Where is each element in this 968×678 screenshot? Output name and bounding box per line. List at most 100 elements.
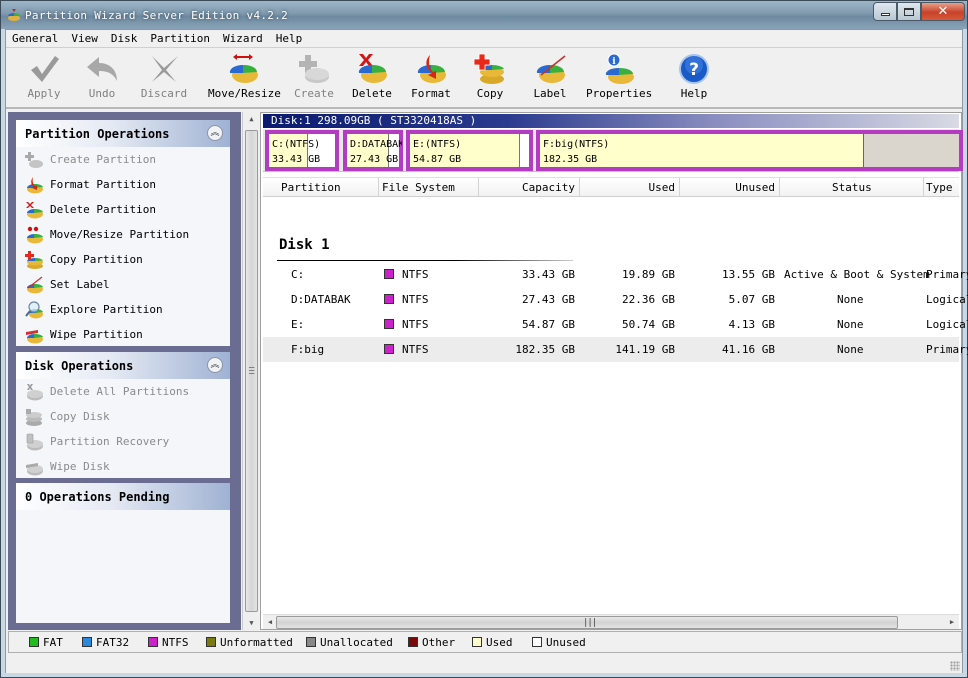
label-partition-icon	[536, 55, 566, 83]
menu-wizard[interactable]: Wizard	[217, 30, 270, 47]
legend-bar: FAT FAT32 NTFS Unformatted Unallocated O…	[8, 631, 962, 653]
col-capacity[interactable]: Capacity	[522, 181, 575, 194]
scrollbar-thumb[interactable]: |||	[276, 616, 898, 629]
status-bar	[6, 654, 962, 673]
partition-table-header: Partition File System Capacity Used Unus…	[263, 177, 959, 197]
cell-type: Logical	[926, 318, 968, 331]
title-bar[interactable]: Partition Wizard Server Edition v4.2.2 ✕	[1, 1, 967, 29]
properties-button[interactable]: i Properties	[586, 53, 652, 105]
undo-button[interactable]: Undo	[82, 53, 122, 105]
op-wipe-disk[interactable]: Wipe Disk	[16, 454, 230, 479]
table-row[interactable]: D:DATABAK NTFS 27.43 GB 22.36 GB 5.07 GB…	[263, 287, 968, 312]
op-label: Wipe Disk	[50, 460, 110, 473]
format-partition-icon	[26, 177, 43, 194]
op-delete-partition[interactable]: Delete Partition	[16, 197, 230, 222]
col-file-system[interactable]: File System	[382, 181, 455, 194]
disk-group-label[interactable]: Disk 1	[279, 237, 330, 253]
menu-disk[interactable]: Disk	[105, 30, 145, 47]
scroll-up-arrow-icon[interactable]: ▲	[243, 112, 260, 126]
fat-swatch	[29, 637, 39, 647]
menu-general[interactable]: General	[6, 30, 65, 47]
delete-button[interactable]: Delete	[352, 53, 392, 105]
op-copy-disk[interactable]: Copy Disk	[16, 404, 230, 429]
legend-unformatted: Unformatted	[206, 636, 293, 649]
partition-operations-header[interactable]: Partition Operations ︽	[16, 120, 230, 147]
menu-help[interactable]: Help	[270, 30, 310, 47]
delete-all-partitions-icon	[27, 384, 43, 401]
disk-header[interactable]: Disk:1 298.09GB ( ST3320418AS )	[263, 114, 959, 128]
op-explore-partition[interactable]: Explore Partition	[16, 297, 230, 322]
grip-icon: — — —	[249, 363, 255, 379]
menu-partition[interactable]: Partition	[144, 30, 217, 47]
partition-block-label: F:big(NTFS) 182.35 GB	[543, 139, 610, 165]
label-button[interactable]: Label	[530, 53, 570, 105]
op-delete-all-partitions[interactable]: Delete All Partitions	[16, 379, 230, 404]
cell-unused: 4.13 GB	[728, 318, 775, 331]
maximize-button[interactable]	[897, 2, 921, 21]
table-row[interactable]: E: NTFS 54.87 GB 50.74 GB 4.13 GB None L…	[263, 312, 968, 337]
left-panel-scrollbar[interactable]: ▲ — — — ▼	[242, 112, 259, 630]
resize-grip-icon[interactable]	[950, 661, 960, 671]
scroll-down-arrow-icon[interactable]: ▼	[243, 616, 260, 630]
disk-header-text: Disk:1 298.09GB ( ST3320418AS )	[271, 114, 477, 127]
scrollbar-thumb[interactable]: — — —	[245, 130, 258, 612]
op-move-resize-partition[interactable]: Move/Resize Partition	[16, 222, 230, 247]
app-window: Partition Wizard Server Edition v4.2.2 ✕…	[0, 0, 968, 678]
table-row-selected[interactable]: F:big NTFS 182.35 GB 141.19 GB 41.16 GB …	[263, 337, 968, 362]
ntfs-color-swatch	[384, 294, 394, 304]
minimize-button[interactable]	[873, 2, 897, 21]
col-type[interactable]: Type	[926, 181, 953, 194]
legend-ntfs: NTFS	[148, 636, 189, 649]
table-horizontal-scrollbar[interactable]: ◀ ||| ▶	[263, 614, 959, 629]
apply-button[interactable]: Apply	[24, 53, 64, 105]
discard-button[interactable]: Discard	[140, 53, 188, 105]
diskmap-partition-c[interactable]: C:(NTFS) 33.43 GB	[265, 130, 339, 171]
diskmap-partition-f-selected[interactable]: F:big(NTFS) 182.35 GB	[536, 130, 963, 171]
svg-text:i: i	[612, 57, 616, 67]
label-label: Label	[533, 87, 567, 100]
col-unused[interactable]: Unused	[735, 181, 775, 194]
scroll-right-arrow-icon[interactable]: ▶	[945, 615, 959, 630]
close-button[interactable]: ✕	[921, 2, 965, 21]
cell-file-system: NTFS	[384, 318, 429, 331]
disk-operations-header[interactable]: Disk Operations ︽	[16, 352, 230, 379]
op-create-partition[interactable]: Create Partition	[16, 147, 230, 172]
format-partition-icon	[417, 55, 446, 83]
col-partition[interactable]: Partition	[281, 181, 341, 194]
cell-type: Logical	[926, 293, 968, 306]
copy-button[interactable]: Copy	[470, 53, 510, 105]
op-label: Explore Partition	[50, 303, 163, 316]
diskmap-partition-e[interactable]: E:(NTFS) 54.87 GB	[406, 130, 533, 171]
table-row[interactable]: C: NTFS 33.43 GB 19.89 GB 13.55 GB Activ…	[263, 262, 968, 287]
op-partition-recovery[interactable]: Partition Recovery	[16, 429, 230, 454]
legend-unused: Unused	[532, 636, 586, 649]
col-status[interactable]: Status	[832, 181, 872, 194]
op-set-label[interactable]: Set Label	[16, 272, 230, 297]
unformatted-swatch	[206, 637, 216, 647]
disk-view-panel: Disk:1 298.09GB ( ST3320418AS ) C:(NTFS)…	[260, 112, 968, 630]
undo-label: Undo	[88, 87, 116, 100]
op-copy-partition[interactable]: Copy Partition	[16, 247, 230, 272]
cell-capacity: 27.43 GB	[522, 293, 575, 306]
ntfs-color-swatch	[384, 319, 394, 329]
scroll-left-arrow-icon[interactable]: ◀	[263, 615, 277, 630]
format-button[interactable]: Format	[411, 53, 451, 105]
help-button[interactable]: ? Help	[674, 53, 714, 105]
minimize-icon	[880, 13, 890, 16]
op-label: Partition Recovery	[50, 435, 170, 448]
move-resize-button[interactable]: Move/Resize	[208, 53, 281, 105]
diskmap-partition-d[interactable]: D:DATABAK 27.43 GB	[343, 130, 403, 171]
cell-partition: E:	[291, 318, 305, 331]
cell-status: None	[837, 318, 864, 331]
disk-operations-section: Disk Operations ︽ Delete All Partitions …	[16, 352, 230, 478]
op-wipe-partition[interactable]: Wipe Partition	[16, 322, 230, 347]
create-button[interactable]: Create	[294, 53, 334, 105]
op-format-partition[interactable]: Format Partition	[16, 172, 230, 197]
move-resize-pie-icon	[229, 54, 258, 83]
used-swatch	[472, 637, 482, 647]
col-used[interactable]: Used	[649, 181, 676, 194]
collapse-chevron-icon[interactable]: ︽	[207, 125, 223, 141]
collapse-chevron-icon[interactable]: ︽	[207, 357, 223, 373]
cell-partition: F:big	[291, 343, 325, 356]
menu-view[interactable]: View	[65, 30, 105, 47]
